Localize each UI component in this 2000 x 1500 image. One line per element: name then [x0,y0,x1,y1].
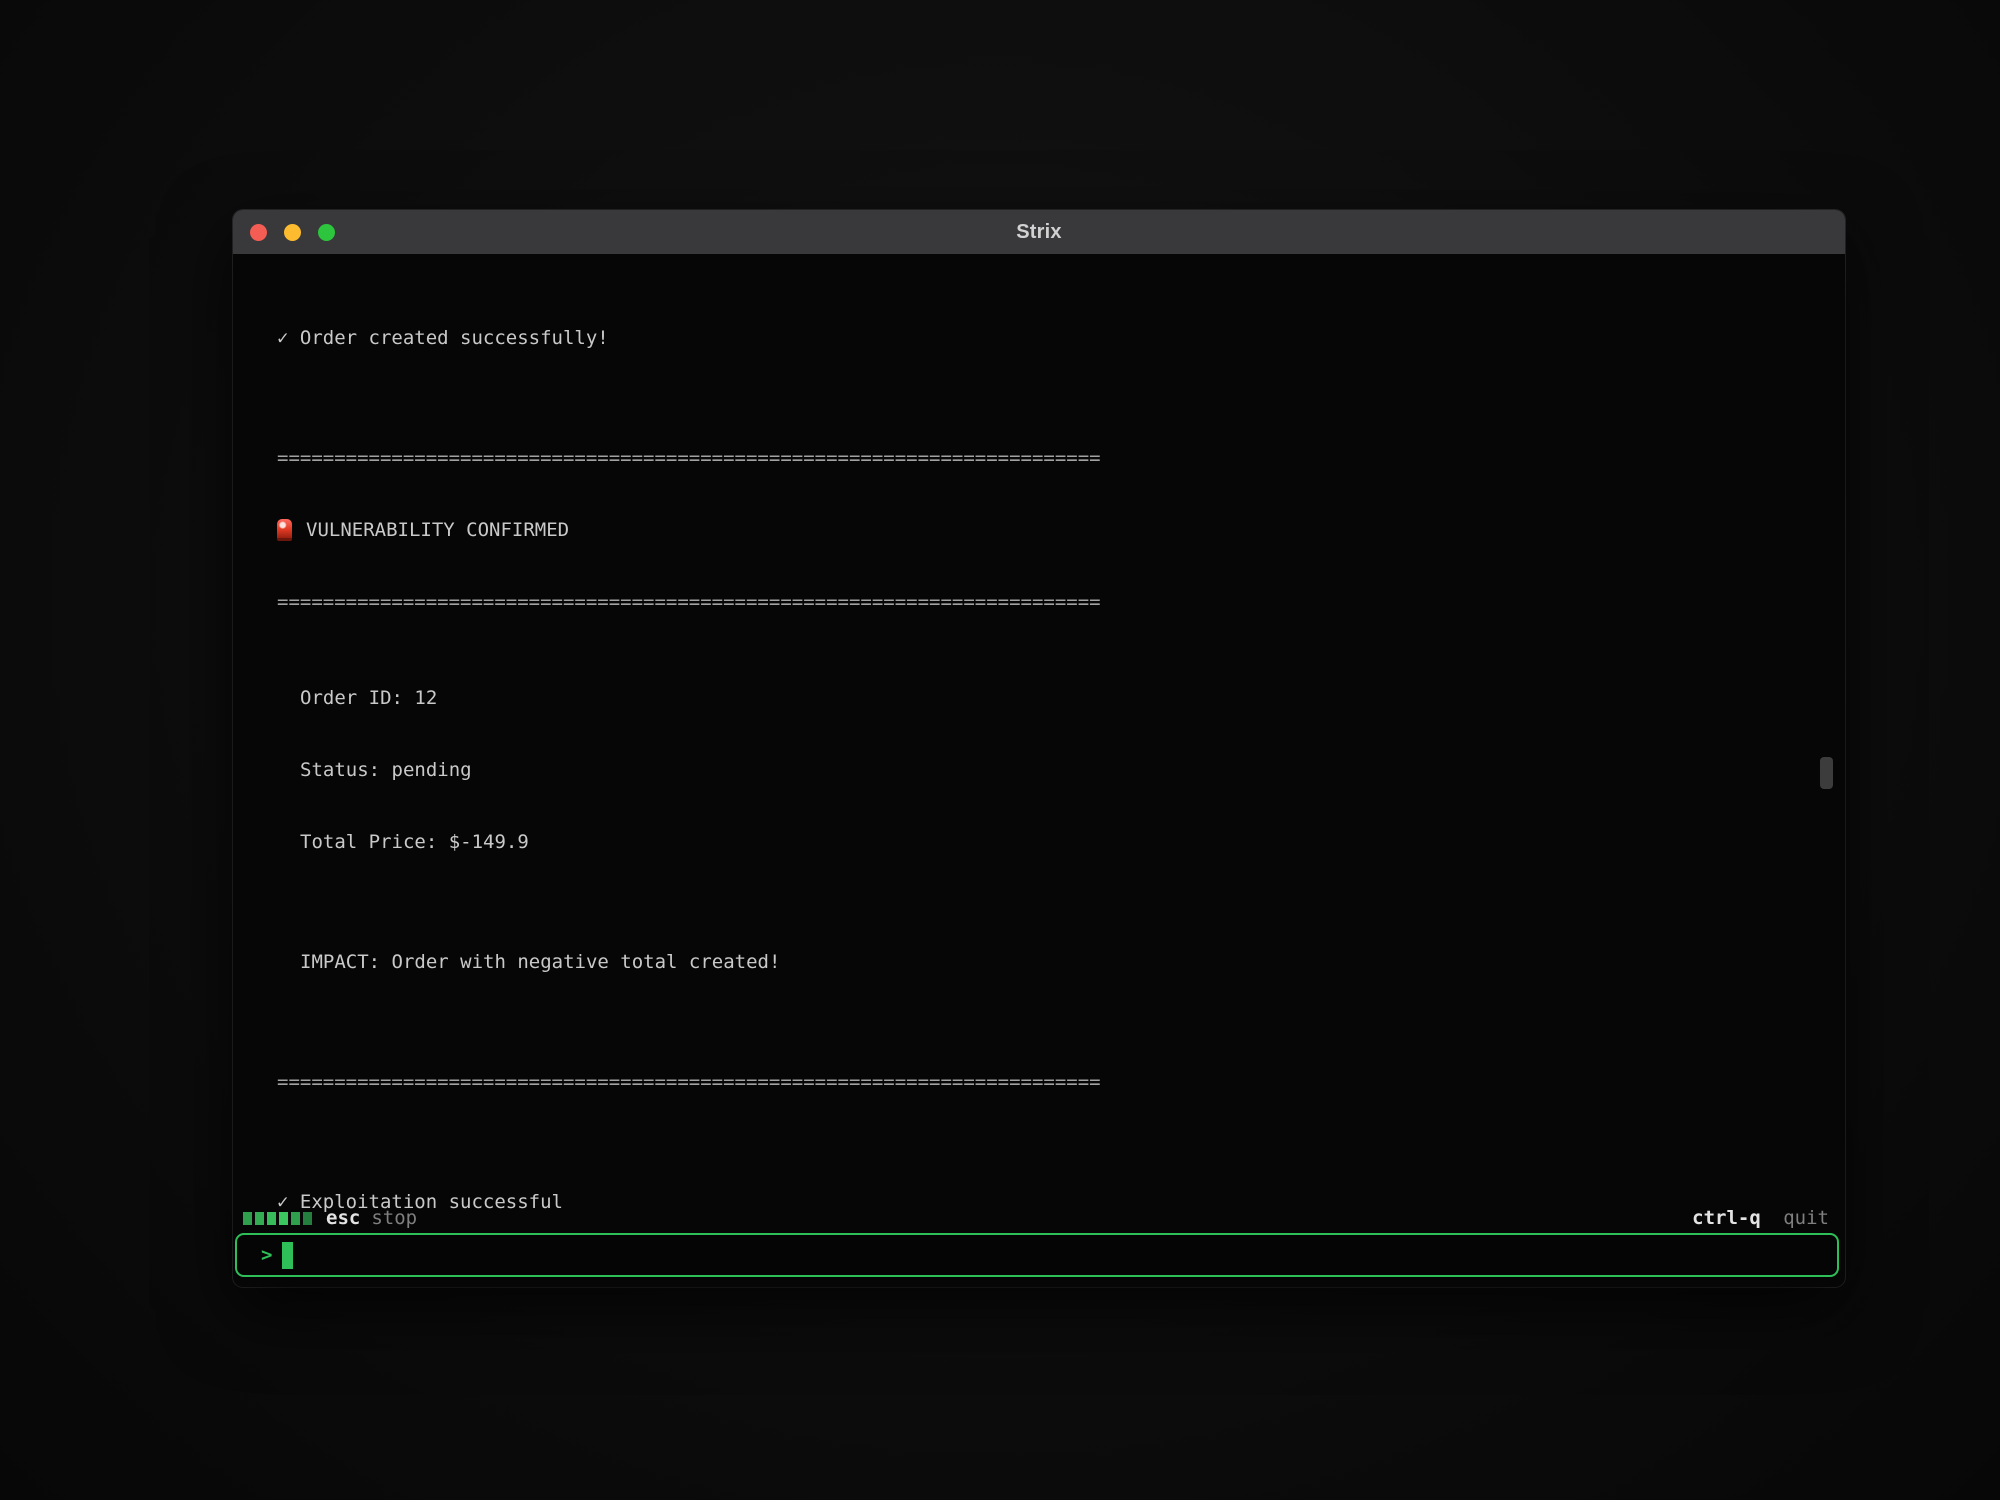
vulnerability-confirmed-banner: VULNERABILITY CONFIRMED [233,518,1845,542]
status-bar: esc stop ctrl-q quit [243,1205,1829,1231]
terminal-output: ✓ Order created successfully! ==========… [233,254,1845,1229]
text-cursor [282,1242,293,1269]
window-titlebar: Strix [233,210,1845,254]
status-right: ctrl-q quit [1692,1207,1829,1229]
separator-line: ========================================… [233,1070,1845,1094]
status-left: esc stop [243,1207,417,1229]
command-input[interactable]: > [235,1233,1839,1277]
separator-line: ========================================… [233,590,1845,614]
esc-key-hint: esc [326,1207,360,1229]
siren-icon [277,519,292,541]
scrollbar-thumb[interactable] [1820,757,1833,789]
activity-spinner-icon [243,1212,312,1225]
order-status-line: Status: pending [233,758,1845,782]
stop-hint-label: stop [371,1207,417,1229]
prompt-chevron: > [261,1244,272,1266]
ctrl-q-key-hint: ctrl-q [1692,1207,1761,1229]
quit-hint-label: quit [1783,1207,1829,1229]
vulnerability-confirmed-label: VULNERABILITY CONFIRMED [306,518,569,542]
order-total-line: Total Price: $-149.9 [233,830,1845,854]
impact-line: IMPACT: Order with negative total create… [233,950,1845,974]
terminal-window: Strix ✓ Order created successfully! ====… [233,210,1845,1287]
order-id-line: Order ID: 12 [233,686,1845,710]
window-title: Strix [233,221,1845,244]
separator-line: ========================================… [233,446,1845,470]
order-success-message: ✓ Order created successfully! [233,326,1845,350]
